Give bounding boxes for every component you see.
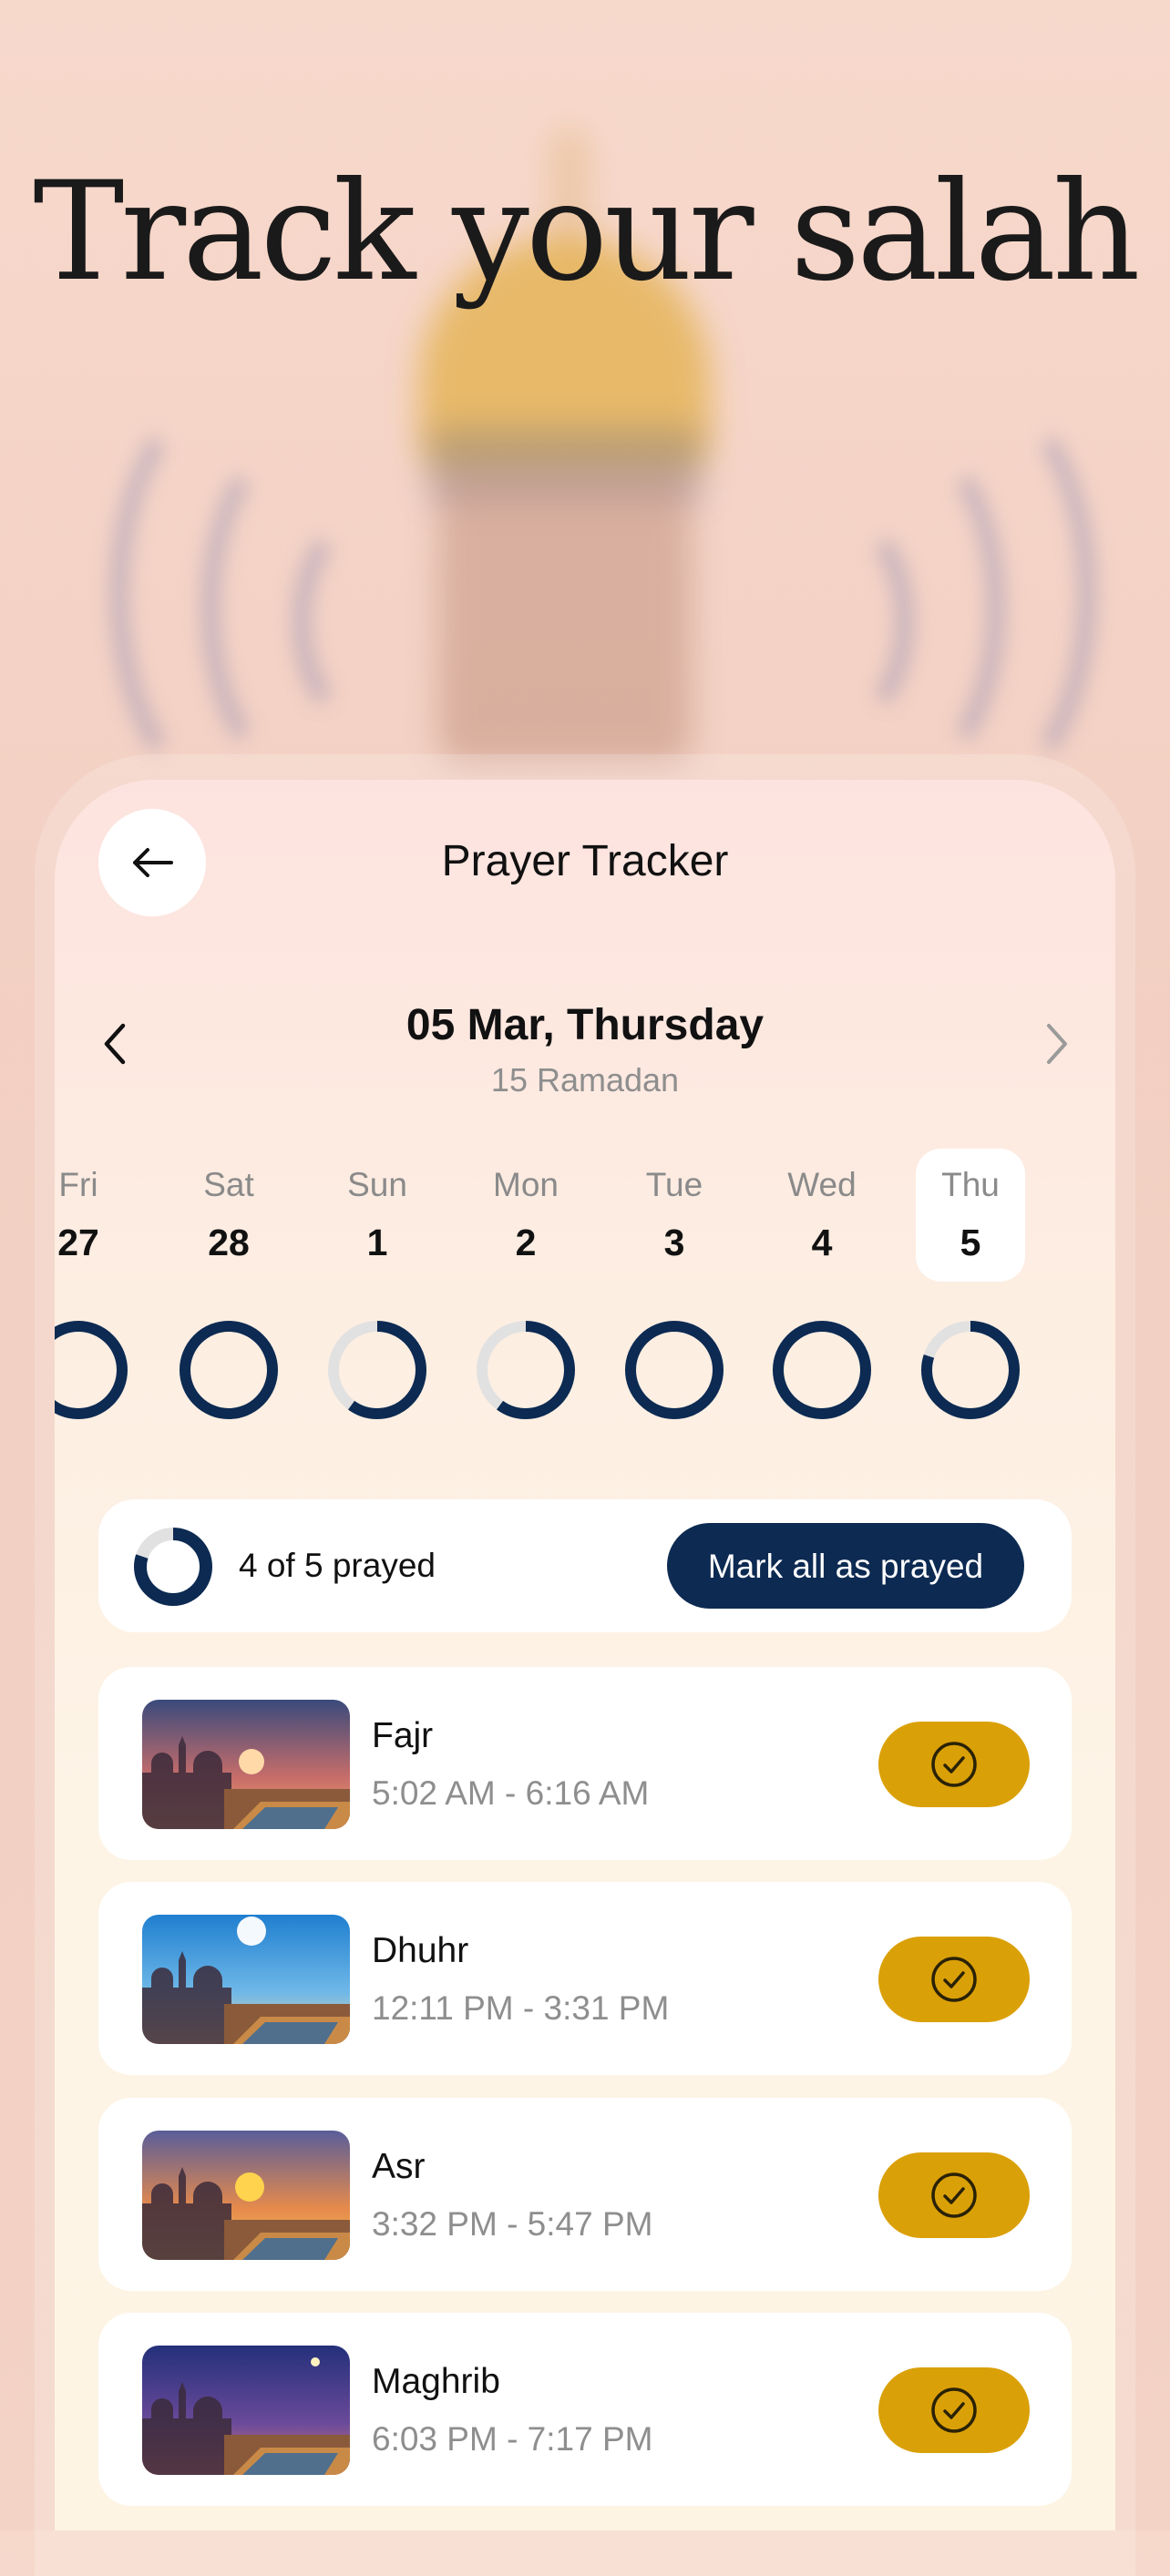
day-progress-ring xyxy=(773,1321,871,1419)
day-tue[interactable]: Tue 3 xyxy=(620,1149,729,1282)
prayer-name: Fajr xyxy=(372,1716,434,1755)
prayer-summary-card: 4 of 5 prayed Mark all as prayed xyxy=(98,1499,1072,1632)
mark-prayed-button[interactable] xyxy=(878,2152,1030,2238)
prayer-scene-image xyxy=(142,2131,350,2260)
prayer-card-maghrib[interactable]: Maghrib 6:03 PM - 7:17 PM xyxy=(98,2313,1072,2506)
screen-title: Prayer Tracker xyxy=(441,837,729,885)
prayer-card-dhuhr[interactable]: Dhuhr 12:11 PM - 3:31 PM xyxy=(98,1882,1072,2075)
prayer-time: 3:32 PM - 5:47 PM xyxy=(372,2205,653,2243)
phone-screen: Prayer Tracker 05 Mar, Thursday 15 Ramad… xyxy=(55,780,1115,2530)
prayer-scene-image xyxy=(142,1700,350,1829)
prayer-scene-image xyxy=(142,1915,350,2044)
prayed-count: 4 of 5 prayed xyxy=(239,1547,436,1584)
prayer-name: Maghrib xyxy=(372,2362,500,2401)
day-wed[interactable]: Wed 4 xyxy=(767,1149,877,1282)
day-name: Fri xyxy=(58,1166,98,1203)
prayer-time: 5:02 AM - 6:16 AM xyxy=(372,1774,650,1812)
prayer-scene-image xyxy=(142,2346,350,2475)
hero-title: Track your salah xyxy=(33,153,1140,312)
mosque-body-blur xyxy=(437,474,693,765)
sound-wave-left xyxy=(292,510,441,732)
day-progress-ring xyxy=(328,1321,426,1419)
day-sat[interactable]: Sat 28 xyxy=(174,1149,283,1282)
day-progress-ring xyxy=(921,1321,1020,1419)
prayer-card-asr[interactable]: Asr 3:32 PM - 5:47 PM xyxy=(98,2098,1072,2291)
day-name: Tue xyxy=(645,1166,703,1203)
day-number: 3 xyxy=(663,1222,685,1263)
prayer-name: Asr xyxy=(372,2147,426,2186)
hijri-date: 15 Ramadan xyxy=(490,1061,680,1099)
prayer-name: Dhuhr xyxy=(372,1931,469,1970)
day-mon[interactable]: Mon 2 xyxy=(471,1149,580,1282)
mark-prayed-button[interactable] xyxy=(878,2367,1030,2453)
check-circle-icon xyxy=(931,1957,977,2002)
check-circle-icon xyxy=(931,1742,977,1787)
selected-date: 05 Mar, Thursday xyxy=(405,1001,765,1049)
mark-prayed-button[interactable] xyxy=(878,1937,1030,2022)
day-progress-ring xyxy=(625,1321,724,1419)
day-progress-ring xyxy=(477,1321,575,1419)
summary-progress-ring xyxy=(134,1528,212,1606)
prayer-time: 6:03 PM - 7:17 PM xyxy=(372,2420,653,2458)
day-number: 28 xyxy=(208,1222,250,1263)
day-name: Sat xyxy=(203,1166,254,1203)
mark-prayed-button[interactable] xyxy=(878,1722,1030,1807)
prayer-time: 12:11 PM - 3:31 PM xyxy=(372,1989,670,2027)
day-name: Sun xyxy=(347,1166,407,1203)
day-number: 2 xyxy=(515,1222,537,1263)
day-number: 27 xyxy=(57,1222,99,1263)
day-thu[interactable]: Thu 5 xyxy=(916,1149,1025,1282)
day-name: Wed xyxy=(787,1166,857,1203)
day-fri[interactable]: Fri 27 xyxy=(55,1149,133,1282)
chevron-right-icon xyxy=(1047,1024,1067,1064)
day-number: 4 xyxy=(811,1222,833,1263)
prayer-card-fajr[interactable]: Fajr 5:02 AM - 6:16 AM xyxy=(98,1667,1072,1860)
mark-all-prayed-button[interactable]: Mark all as prayed xyxy=(667,1523,1024,1609)
check-circle-icon xyxy=(931,2172,977,2218)
day-name: Mon xyxy=(493,1166,559,1203)
day-number: 5 xyxy=(960,1222,981,1263)
day-name: Thu xyxy=(941,1166,1000,1203)
check-circle-icon xyxy=(931,2387,977,2433)
day-progress-ring xyxy=(180,1321,278,1419)
next-day-button[interactable] xyxy=(1030,1017,1084,1071)
day-sun[interactable]: Sun 1 xyxy=(323,1149,432,1282)
day-number: 1 xyxy=(366,1222,388,1263)
sound-wave-right xyxy=(765,510,915,732)
day-progress-ring xyxy=(55,1321,128,1419)
